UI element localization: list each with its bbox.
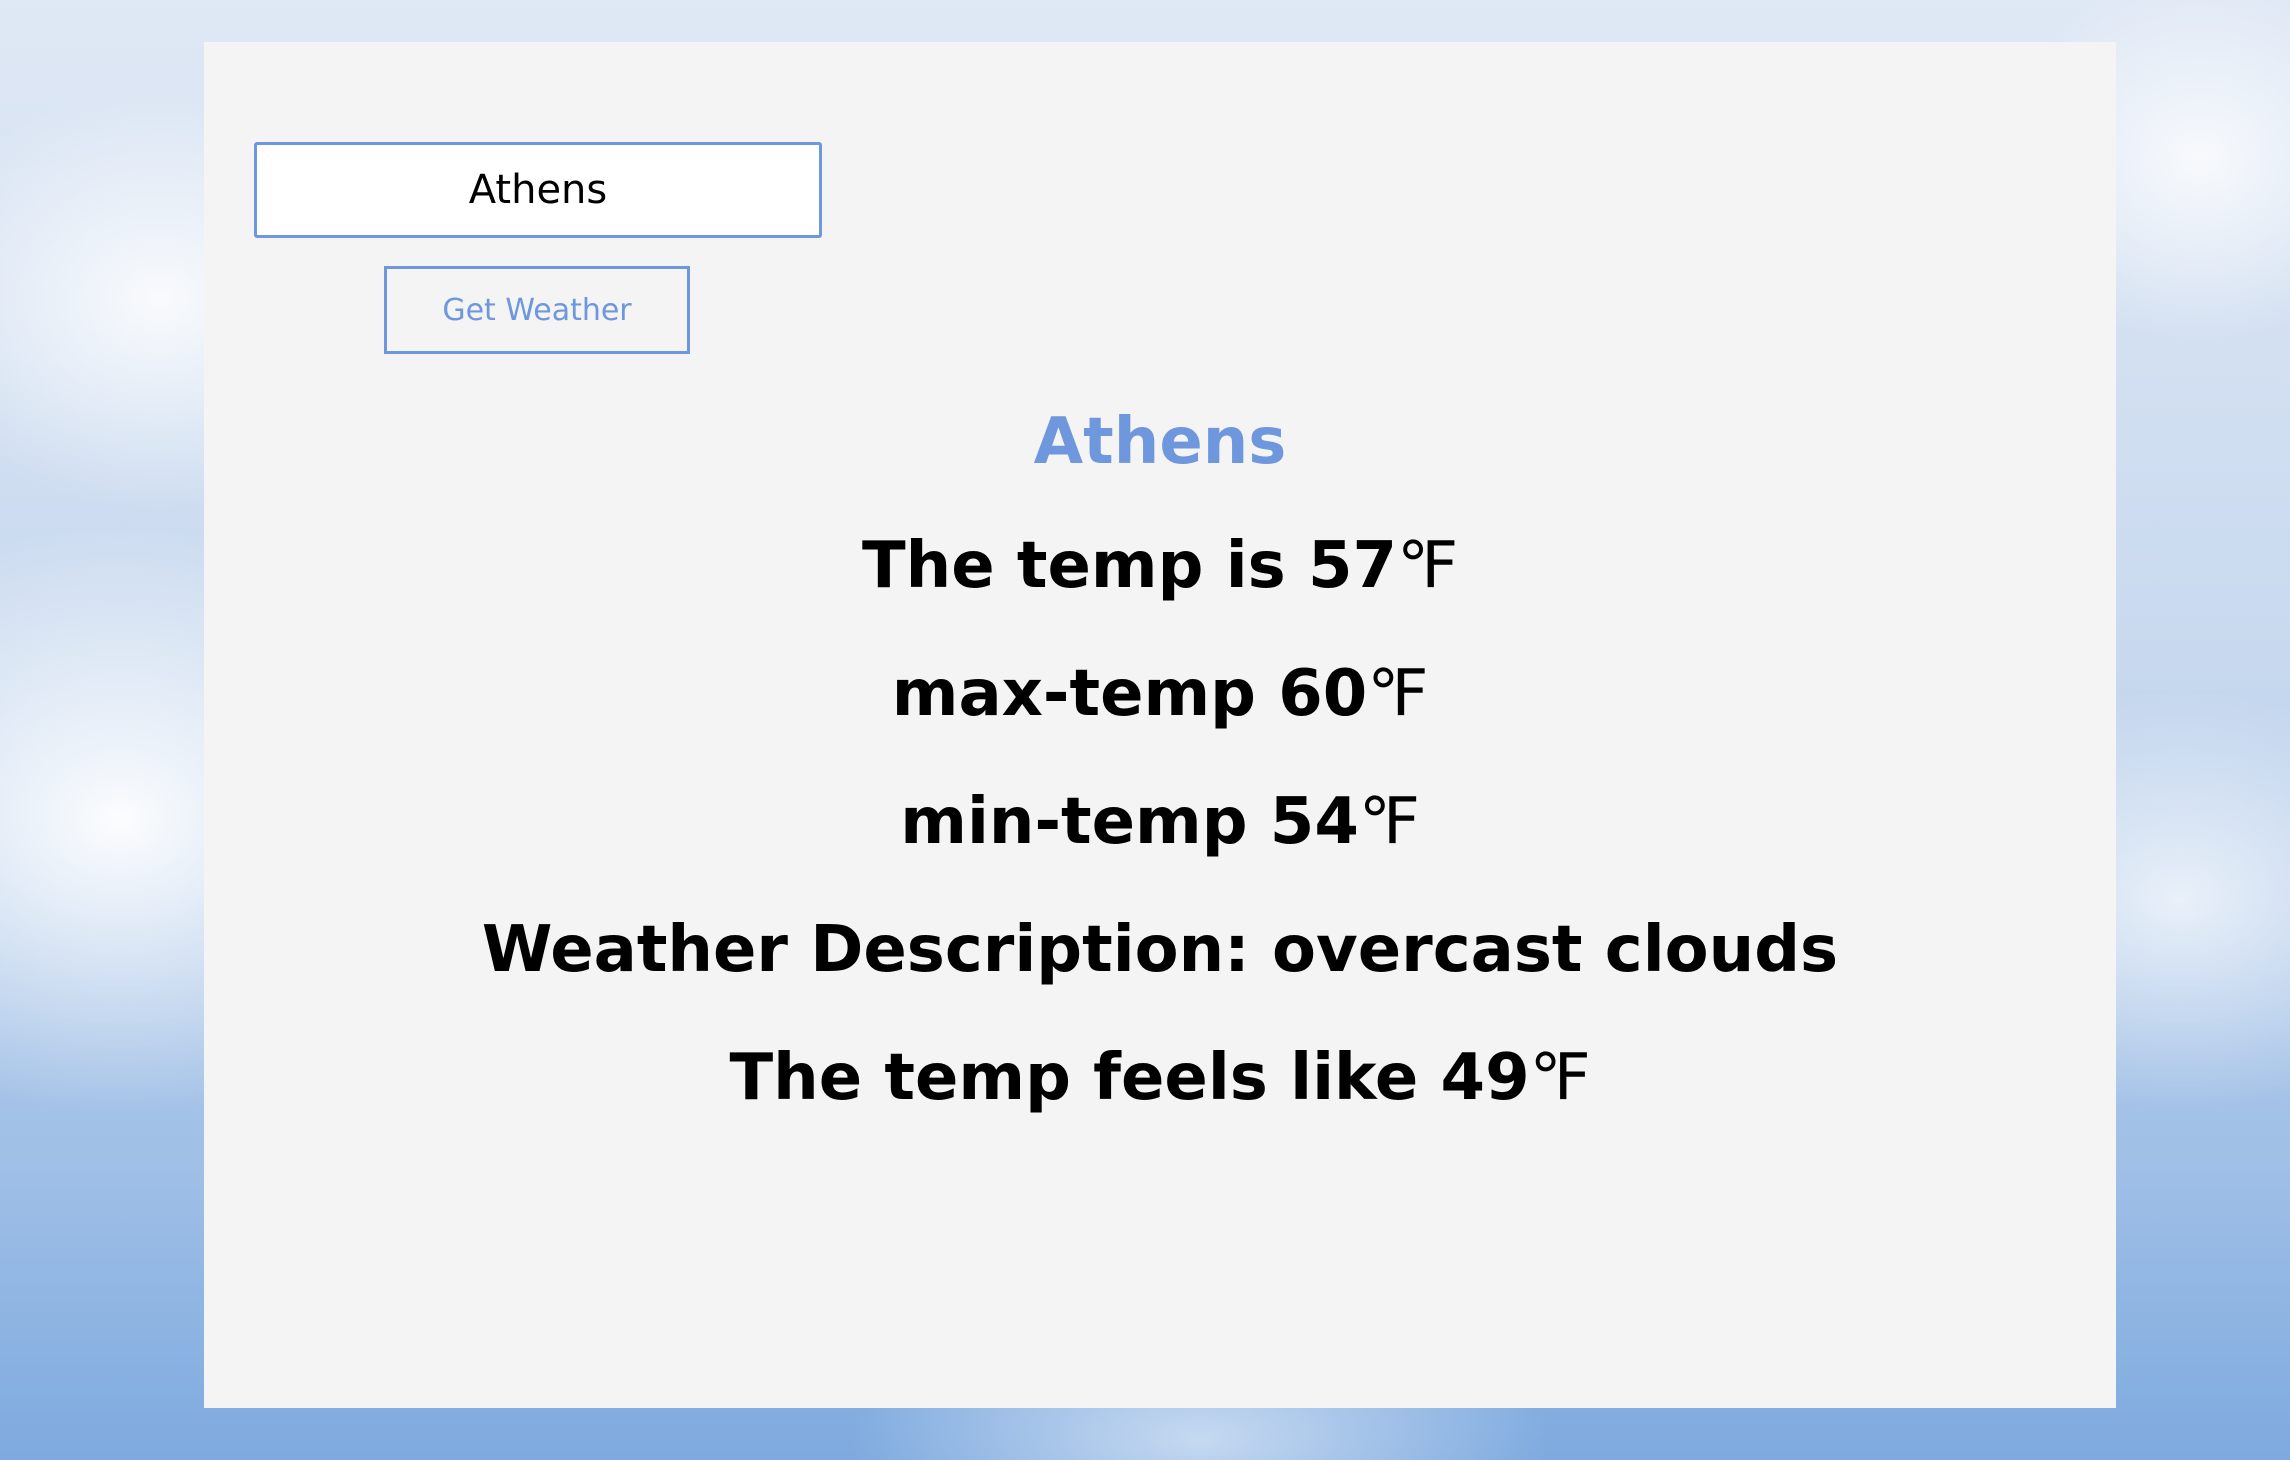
current-temp-value: 57 [1308,529,1398,603]
city-search-input[interactable] [254,142,822,238]
city-name-heading: Athens [1033,405,1287,479]
get-weather-button[interactable]: Get Weather [384,266,690,354]
max-temp-unit: ℉ [1367,657,1429,731]
min-temp-value: 54 [1269,785,1359,859]
feels-like-prefix: The temp feels like [729,1041,1441,1115]
max-temp-prefix: max-temp [891,657,1279,731]
feels-like-line: The temp feels like 49℉ [204,1038,2116,1118]
weather-results: Athens The temp is 57℉ max-temp 60℉ min-… [204,402,2116,1166]
feels-like-value: 49 [1440,1041,1530,1115]
min-temp-prefix: min-temp [900,785,1270,859]
weather-card: Get Weather Athens The temp is 57℉ max-t… [204,42,2116,1408]
current-temp-line: The temp is 57℉ [204,526,2116,606]
current-temp-unit: ℉ [1397,529,1458,603]
min-temp-unit: ℉ [1358,785,1420,859]
min-temp-line: min-temp 54℉ [204,782,2116,862]
weather-description-line: Weather Description: overcast clouds [481,913,1839,987]
current-temp-prefix: The temp is [862,529,1309,603]
max-temp-line: max-temp 60℉ [204,654,2116,734]
feels-like-unit: ℉ [1529,1041,1591,1115]
max-temp-value: 60 [1278,657,1368,731]
